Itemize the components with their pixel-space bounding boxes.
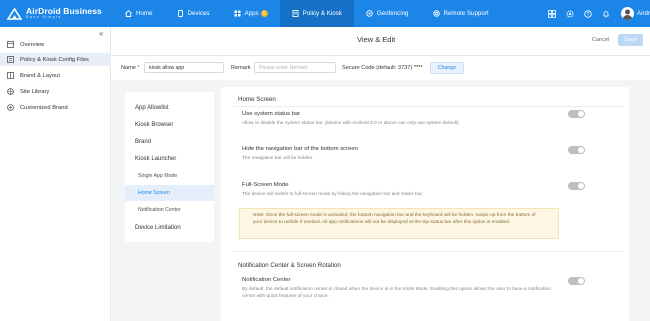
menu-item-home-screen[interactable]: Home Screen [125,185,214,201]
setting-title-notification-center: Notification Center [242,277,291,283]
setting-desc-fullscreen: The device will switch to full-screen mo… [242,192,424,197]
setting-title-hide-navbar: Hide the navigation bar of the bottom sc… [242,146,358,152]
sidebar: « Overview Policy & Kiosk Config Files B… [0,27,111,321]
customized-brand-icon [7,104,14,111]
notification-center-toggle[interactable] [568,277,585,285]
cancel-button[interactable]: Cancel [592,37,609,43]
setting-desc-status-bar: Allow or disable the system status bar. … [242,121,459,126]
settings-gear-icon[interactable] [566,10,574,18]
nav-policy-kiosk-label: Policy & Kiosk [302,10,342,17]
save-button[interactable]: Save [618,34,643,46]
top-right-tools: ? Airdroi [543,0,650,27]
policy-icon [292,10,299,17]
setting-desc-hide-navbar: The navigation bar will be hidden. [242,156,314,161]
section-divider [233,251,625,252]
name-label: Name * [121,65,140,71]
nav-geofencing-label: Geofencing [376,10,409,17]
menu-item-brand[interactable]: Brand [125,134,214,150]
page-title: View & Edit [357,35,396,44]
sidebar-item-label: Customized Brand [20,104,68,111]
brand-tagline: Sand Simple [26,15,62,20]
sidebar-item-label: Policy & Kiosk Config Files [20,56,89,63]
nav-home[interactable]: Home [113,0,165,27]
sidebar-item-site-library[interactable]: Site Library [0,85,111,98]
brand-logo-area[interactable]: AirDroid Business Sand Simple [0,0,113,27]
setting-desc-notification-center: By default, the default notification cen… [242,287,551,299]
required-marker: * [137,65,140,71]
sidebar-item-policy-kiosk-config[interactable]: Policy & Kiosk Config Files [0,53,111,66]
status-bar-toggle[interactable] [568,110,585,118]
sidebar-item-label: Overview [20,41,45,48]
name-input[interactable]: kiosk allow app [144,62,224,73]
nav-devices-label: Devices [187,10,210,17]
secure-code-text: Secure Code (default: 3737) **** [342,65,423,71]
menu-item-app-allowlist[interactable]: App Allowlist [125,100,214,116]
user-name[interactable]: Airdroi [637,10,650,17]
header-divider [111,55,650,56]
airdroid-logo-icon [6,7,23,20]
brand-name: AirDroid Business [26,5,102,16]
sidebar-item-overview[interactable]: Overview [0,38,111,51]
apps-icon [234,10,241,17]
user-avatar[interactable] [621,7,634,20]
remark-label: Remark [231,65,251,71]
menu-item-single-app-mode[interactable]: Single App Mode [125,168,214,184]
site-library-icon [7,88,14,95]
section-title-notification-rotation: Notification Center & Screen Rotation [238,262,341,269]
sidebar-item-brand-layout[interactable]: Brand & Layout [0,69,111,82]
devices-icon [177,10,184,17]
home-icon [125,9,132,17]
remark-input[interactable]: Please enter Remark [254,62,336,73]
sidebar-item-label: Brand & Layout [20,72,60,79]
sidebar-item-label: Site Library [20,88,50,95]
top-navigation-bar: AirDroid Business Sand Simple Home Devic… [0,0,650,27]
fullscreen-toggle[interactable] [568,182,585,190]
menu-item-kiosk-browser[interactable]: Kiosk Browser [125,117,214,133]
menu-item-notification-center[interactable]: Notification Center [125,202,214,218]
nav-apps-label: Apps [244,10,259,17]
help-icon[interactable]: ? [584,9,592,18]
svg-text:?: ? [587,12,590,18]
collapse-sidebar-icon[interactable]: « [99,29,103,38]
setting-title-fullscreen: Full-Screen Mode [242,182,289,188]
section-title-home-screen: Home Screen [238,96,276,103]
kiosk-settings-menu: App Allowlist Kiosk Browser Brand Kiosk … [125,92,214,242]
fullscreen-note: Note: Once the full-screen mode is activ… [239,208,559,239]
notification-bell-icon[interactable] [602,10,610,18]
main-nav: Home Devices Apps 5 Policy & Kiosk Geofe… [113,0,501,27]
geofence-icon [366,10,373,17]
setting-title-status-bar: Use system status bar [242,111,301,117]
brand-layout-icon [7,72,14,79]
remote-support-icon [432,10,440,17]
nav-geofencing[interactable]: Geofencing [354,0,421,27]
section-divider [233,106,625,107]
grid-icon[interactable] [548,9,556,18]
nav-apps[interactable]: Apps 5 [222,0,280,27]
apps-count-badge: 5 [260,10,268,17]
nav-home-label: Home [136,10,153,17]
nav-devices[interactable]: Devices [165,0,222,27]
nav-policy-kiosk[interactable]: Policy & Kiosk [279,0,354,27]
menu-item-kiosk-launcher[interactable]: Kiosk Launcher [125,151,214,167]
change-secure-code-button[interactable]: Change [430,62,464,74]
menu-item-device-limitation[interactable]: Device Limitation [125,220,214,236]
overview-icon [7,41,14,48]
hide-navbar-toggle[interactable] [568,146,585,154]
config-file-icon [7,56,14,63]
nav-remote-support[interactable]: Remote Support [421,0,501,27]
sidebar-item-customized-brand[interactable]: Customized Brand [0,101,111,114]
nav-remote-support-label: Remote Support [443,10,489,17]
